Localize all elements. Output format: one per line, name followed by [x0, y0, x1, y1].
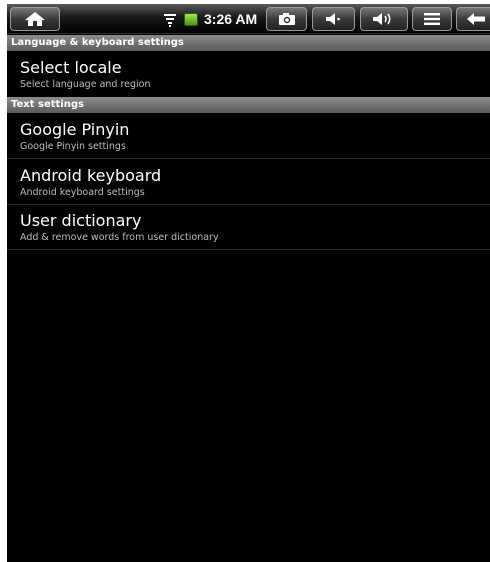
battery-icon — [184, 13, 198, 26]
volume-up-button[interactable] — [360, 7, 408, 31]
section-header-language-keyboard: Language & keyboard settings — [7, 35, 490, 51]
volume-up-icon — [373, 13, 391, 25]
volume-down-button[interactable] — [312, 7, 355, 31]
status-time: 3:26 AM — [204, 11, 258, 27]
item-title: Select locale — [20, 58, 122, 77]
menu-icon — [424, 13, 440, 25]
screenshot-button[interactable] — [266, 7, 307, 31]
back-icon — [467, 13, 485, 25]
device-screen: 3:26 AM Language & keyboard settings Sel… — [7, 4, 490, 562]
back-button[interactable] — [456, 7, 490, 31]
list-item-android-keyboard[interactable]: Android keyboard Android keyboard settin… — [7, 160, 490, 205]
menu-button[interactable] — [412, 7, 452, 31]
wifi-icon — [164, 14, 176, 27]
item-title: Google Pinyin — [20, 120, 130, 139]
item-summary: Google Pinyin settings — [20, 141, 126, 152]
item-summary: Add & remove words from user dictionary — [20, 232, 219, 243]
list-item-user-dictionary[interactable]: User dictionary Add & remove words from … — [7, 205, 490, 250]
home-icon — [25, 12, 45, 26]
item-summary: Select language and region — [20, 79, 151, 90]
item-title: Android keyboard — [20, 166, 162, 185]
section-header-text-settings: Text settings — [7, 97, 490, 113]
home-button[interactable] — [10, 7, 60, 31]
item-summary: Android keyboard settings — [20, 187, 145, 198]
camera-icon — [278, 13, 295, 25]
item-title: User dictionary — [20, 211, 142, 230]
volume-down-icon — [325, 13, 340, 25]
status-bar: 3:26 AM — [7, 4, 490, 34]
list-item-select-locale[interactable]: Select locale Select language and region — [7, 52, 490, 97]
list-item-google-pinyin[interactable]: Google Pinyin Google Pinyin settings — [7, 114, 490, 159]
